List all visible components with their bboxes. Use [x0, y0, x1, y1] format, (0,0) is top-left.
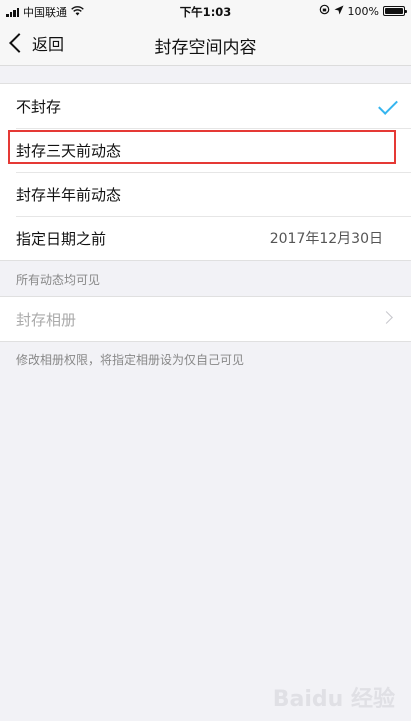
checkmark-icon [378, 95, 398, 115]
navigation-bar: 返回 封存空间内容 [0, 22, 411, 66]
album-hint: 修改相册权限，将指定相册设为仅自己可见 [16, 353, 245, 367]
location-icon [334, 5, 344, 18]
battery-icon [383, 6, 407, 16]
date-value: 2017年12月30日 [269, 231, 383, 247]
archive-options-list: 不封存 封存三天前动态 封存半年前动态 指定日期之前 2017年12月30日 [0, 83, 411, 261]
option-label: 封存三天前动态 [16, 141, 122, 160]
option-label: 不封存 [16, 97, 62, 116]
baidu-logo: Baidu 经验 [272, 687, 395, 712]
chevron-right-icon [380, 311, 393, 324]
status-bar: 中国联通 下午1:03 100% [0, 0, 411, 22]
option-archive-before-date[interactable]: 指定日期之前 2017年12月30日 [0, 216, 411, 260]
watermark: Baidu 经验 [273, 681, 395, 713]
battery-percent: 100% [347, 4, 379, 18]
option-label: 封存半年前动态 [16, 185, 122, 204]
option-label: 指定日期之前 [16, 229, 107, 248]
status-right: 100% [319, 4, 407, 18]
page-title: 封存空间内容 [154, 38, 257, 58]
album-group: 封存相册 [0, 296, 411, 342]
rotation-lock-icon [319, 4, 330, 18]
album-label: 封存相册 [16, 310, 77, 329]
option-no-archive[interactable]: 不封存 [0, 84, 411, 128]
option-archive-three-days[interactable]: 封存三天前动态 [0, 128, 411, 172]
visibility-note: 所有动态均可见 [16, 273, 101, 287]
archive-album-row[interactable]: 封存相册 [0, 297, 411, 341]
option-archive-half-year[interactable]: 封存半年前动态 [0, 172, 411, 216]
